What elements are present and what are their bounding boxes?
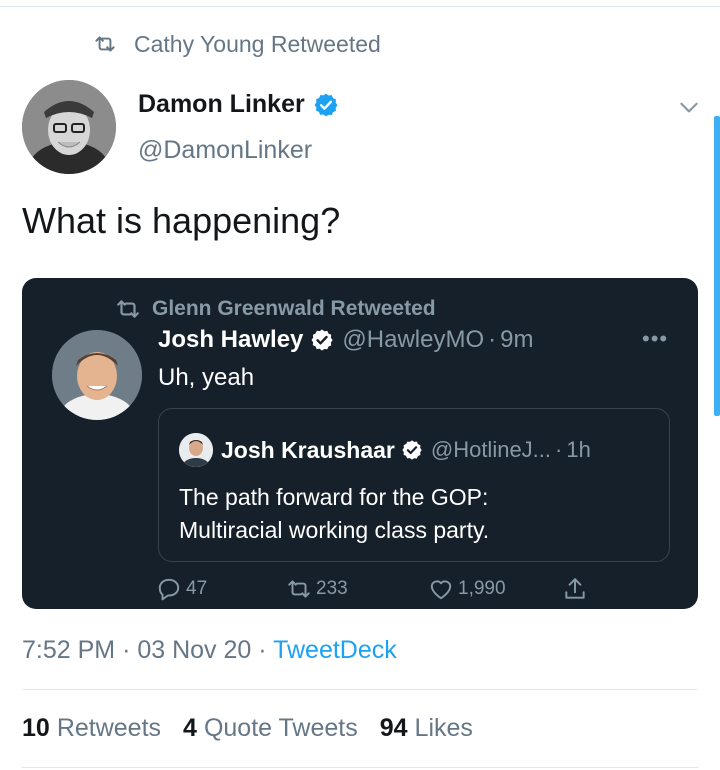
tweet-text: What is happening? bbox=[22, 200, 341, 241]
separator-dot: · bbox=[122, 636, 131, 664]
tweet-date[interactable]: 03 Nov 20 bbox=[137, 636, 251, 664]
quoted-author-handle: @HotlineJ... bbox=[430, 437, 552, 462]
retweet-icon bbox=[95, 36, 115, 52]
verified-badge-icon bbox=[314, 93, 338, 116]
separator-dot: · bbox=[488, 326, 497, 353]
embedded-avatar-image bbox=[52, 330, 142, 420]
quote-tweets-count: 4 bbox=[183, 714, 197, 742]
embedded-action-bar: 47 233 1,990 bbox=[22, 576, 698, 606]
tweet-source-link[interactable]: TweetDeck bbox=[273, 636, 397, 664]
author-name[interactable]: Damon Linker bbox=[138, 90, 305, 119]
embedded-like-count: 1,990 bbox=[428, 576, 506, 602]
like-count: 1,990 bbox=[458, 578, 506, 599]
tweet-time[interactable]: 7:52 PM bbox=[22, 636, 115, 664]
embedded-retweet-banner: Glenn Greenwald Retweeted bbox=[114, 296, 436, 322]
retweets-label: Retweets bbox=[56, 714, 162, 742]
reply-icon bbox=[158, 578, 180, 601]
embedded-header: Josh Hawley @HawleyMO · 9m bbox=[158, 326, 533, 354]
retweet-banner-text: Cathy Young Retweeted bbox=[134, 30, 381, 57]
retweets-stat[interactable]: 10 Retweets bbox=[22, 714, 161, 743]
embedded-author-handle: @HawleyMO bbox=[342, 326, 485, 353]
divider bbox=[22, 767, 698, 768]
avatar[interactable] bbox=[22, 80, 116, 174]
retweet-banner[interactable]: Cathy Young Retweeted bbox=[92, 30, 381, 58]
retweets-count: 10 bbox=[22, 714, 50, 742]
verified-badge-icon bbox=[311, 329, 334, 351]
separator-dot: · bbox=[258, 636, 267, 664]
tweet-stats: 10 Retweets 4 Quote Tweets 94 Likes bbox=[22, 714, 495, 743]
quoted-tweet: Josh Kraushaar @HotlineJ... · 1h The pat… bbox=[158, 408, 670, 562]
quoted-text-line-2: Multiracial working class party. bbox=[179, 517, 490, 543]
likes-stat[interactable]: 94 Likes bbox=[380, 714, 473, 743]
quoted-header: Josh Kraushaar @HotlineJ... · 1h bbox=[179, 433, 591, 467]
embedded-retweet-text: Glenn Greenwald Retweeted bbox=[152, 297, 436, 320]
top-divider bbox=[0, 6, 720, 7]
author-handle[interactable]: @DamonLinker bbox=[138, 136, 312, 165]
quoted-time: 1h bbox=[566, 437, 591, 462]
retweet-icon bbox=[117, 300, 139, 318]
scrollbar-thumb[interactable] bbox=[714, 116, 720, 416]
more-options-icon: ••• bbox=[642, 326, 669, 351]
chevron-down-icon[interactable] bbox=[676, 94, 702, 120]
embedded-time: 9m bbox=[500, 326, 534, 353]
separator-dot: · bbox=[555, 437, 563, 462]
retweet-count: 233 bbox=[316, 578, 348, 599]
quote-tweets-label: Quote Tweets bbox=[203, 714, 358, 742]
quoted-avatar bbox=[179, 433, 213, 467]
embedded-author-name: Josh Hawley bbox=[158, 326, 304, 353]
retweet-icon bbox=[288, 580, 310, 598]
quote-tweets-stat[interactable]: 4 Quote Tweets bbox=[183, 714, 358, 743]
embedded-avatar bbox=[52, 330, 142, 420]
quoted-text-line-1: The path forward for the GOP: bbox=[179, 484, 489, 510]
quoted-text: The path forward for the GOP: Multiracia… bbox=[179, 481, 489, 547]
share-icon bbox=[565, 578, 585, 599]
embedded-reply-count: 47 bbox=[156, 576, 207, 602]
embedded-retweet-count: 233 bbox=[286, 576, 348, 602]
heart-icon bbox=[430, 580, 452, 600]
reply-count: 47 bbox=[186, 578, 208, 599]
quoted-author-name: Josh Kraushaar bbox=[221, 436, 395, 463]
embedded-share bbox=[562, 576, 592, 602]
verified-badge-icon bbox=[402, 440, 422, 460]
embedded-tweet-text: Uh, yeah bbox=[158, 364, 255, 391]
divider bbox=[22, 689, 698, 690]
quoted-avatar-image bbox=[179, 433, 213, 467]
likes-label: Likes bbox=[414, 714, 473, 742]
author-name-row[interactable]: Damon Linker bbox=[138, 90, 339, 119]
avatar-image bbox=[22, 80, 116, 174]
likes-count: 94 bbox=[379, 714, 408, 742]
tweet-meta: 7:52 PM · 03 Nov 20 · TweetDeck bbox=[22, 636, 397, 665]
embedded-screenshot[interactable]: Glenn Greenwald Retweeted Josh Hawley @H… bbox=[22, 278, 698, 609]
